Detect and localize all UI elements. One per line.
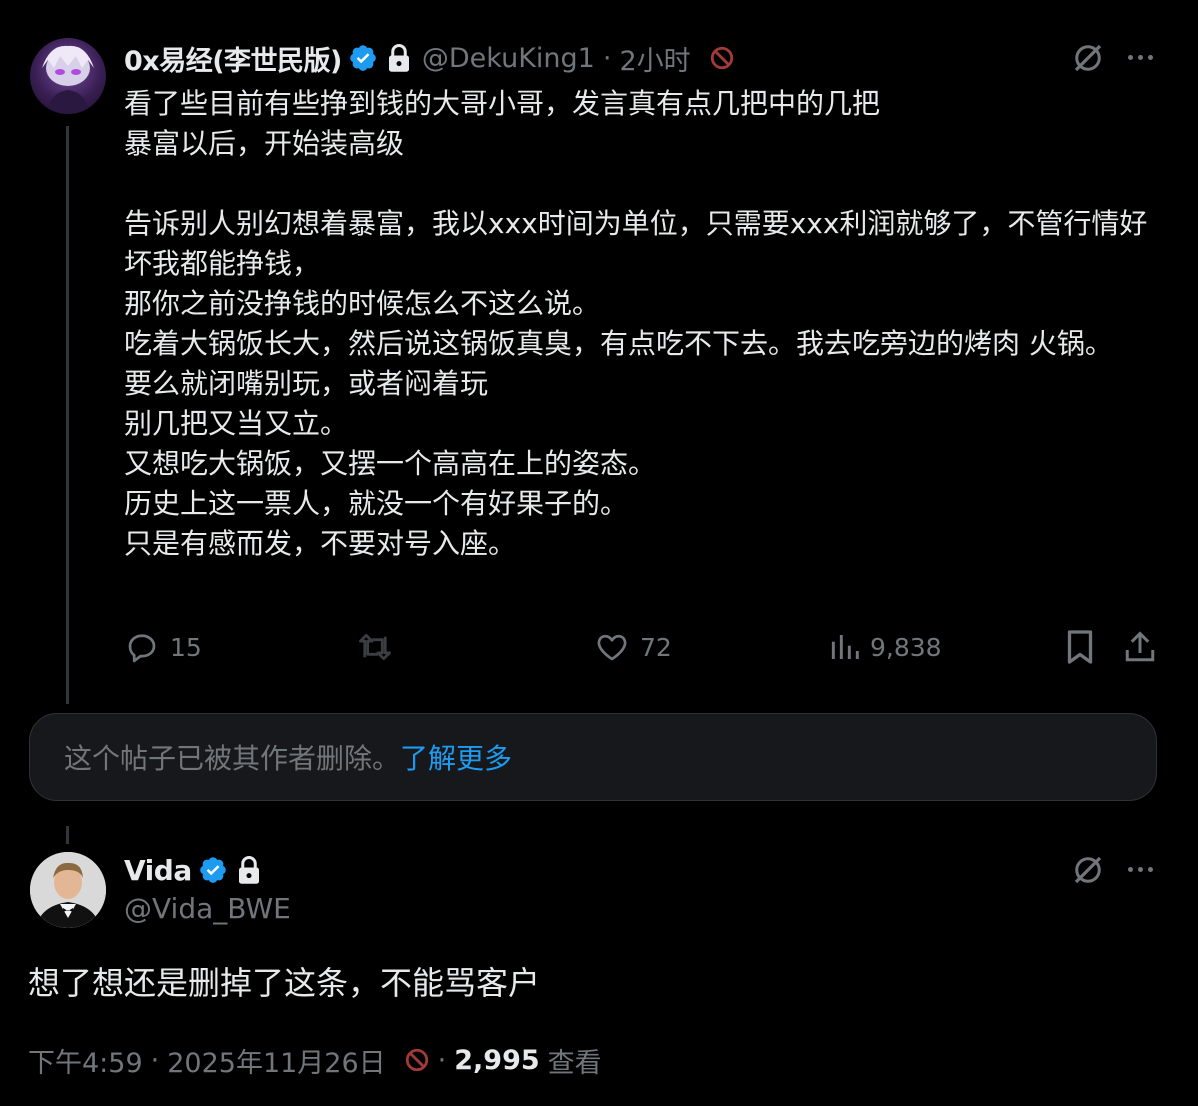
grok-icon[interactable] bbox=[1070, 852, 1106, 888]
lock-icon bbox=[236, 855, 262, 885]
tweet1-time[interactable]: 2小时 bbox=[619, 39, 690, 78]
grok-icon[interactable] bbox=[1070, 40, 1106, 76]
verified-badge-icon[interactable] bbox=[198, 855, 228, 885]
reply-count: 15 bbox=[170, 632, 202, 662]
tweet2-header: Vida bbox=[124, 850, 262, 890]
tweet2-views-count: 2,995 bbox=[454, 1044, 540, 1076]
tweet1-display-name[interactable]: 0x易经(李世民版) bbox=[124, 39, 342, 78]
reply-button[interactable]: 15 bbox=[124, 624, 202, 670]
retweet-button[interactable] bbox=[356, 624, 404, 670]
more-icon[interactable] bbox=[1128, 55, 1153, 60]
blocked-icon bbox=[404, 1047, 430, 1073]
like-icon bbox=[594, 629, 630, 665]
like-count: 72 bbox=[640, 632, 672, 662]
thread-connector-line bbox=[66, 126, 69, 704]
tweet1-separator: · bbox=[602, 42, 612, 74]
tweet1-handle[interactable]: @DekuKing1 bbox=[422, 43, 595, 74]
meta-separator: · bbox=[150, 1044, 160, 1076]
retweet-icon bbox=[356, 629, 394, 665]
tweet2-handle[interactable]: @Vida_BWE bbox=[124, 892, 291, 925]
thread-connector-line bbox=[66, 826, 69, 844]
bookmark-icon bbox=[1064, 629, 1096, 665]
blocked-icon bbox=[709, 45, 735, 71]
tweet2-date[interactable]: 2025年11月26日 bbox=[167, 1041, 385, 1080]
views-button[interactable]: 9,838 bbox=[828, 624, 942, 670]
views-icon bbox=[828, 631, 860, 663]
tweet2-views-label: 查看 bbox=[547, 1047, 602, 1079]
tweet1-text: 看了些目前有些挣到钱的大哥小哥，发言真有点几把中的几把 暴富以后，开始装高级 告… bbox=[124, 87, 1148, 560]
avatar-vida[interactable] bbox=[30, 852, 106, 928]
share-icon bbox=[1122, 629, 1158, 665]
views-count: 9,838 bbox=[870, 632, 942, 662]
tweet2-text: 想了想还是删掉了这条，不能骂客户 bbox=[28, 964, 541, 1002]
bookmark-button[interactable] bbox=[1064, 624, 1096, 670]
tweet1-header: 0x易经(李世民版) @DekuKing1 · 2小时 bbox=[124, 38, 735, 78]
tweet2-display-name[interactable]: Vida bbox=[124, 854, 192, 887]
deleted-post-notice: 这个帖子已被其作者删除。 了解更多 bbox=[29, 713, 1157, 801]
lock-icon bbox=[386, 43, 412, 73]
like-button[interactable]: 72 bbox=[594, 624, 672, 670]
share-button[interactable] bbox=[1122, 624, 1158, 670]
tweet1-action-bar: 15 72 9,838 bbox=[124, 624, 1164, 670]
meta-separator: · bbox=[437, 1044, 447, 1076]
tweet2-meta: 下午4:59 · 2025年11月26日 · 2,995 查看 bbox=[28, 1040, 602, 1080]
avatar-dekuking1[interactable] bbox=[30, 38, 106, 114]
reply-icon bbox=[124, 629, 160, 665]
tweet2-time[interactable]: 下午4:59 bbox=[28, 1041, 143, 1080]
verified-badge-icon[interactable] bbox=[348, 43, 378, 73]
learn-more-link[interactable]: 了解更多 bbox=[400, 737, 512, 777]
more-icon[interactable] bbox=[1128, 867, 1153, 872]
deleted-notice-text: 这个帖子已被其作者删除。 bbox=[64, 742, 401, 775]
